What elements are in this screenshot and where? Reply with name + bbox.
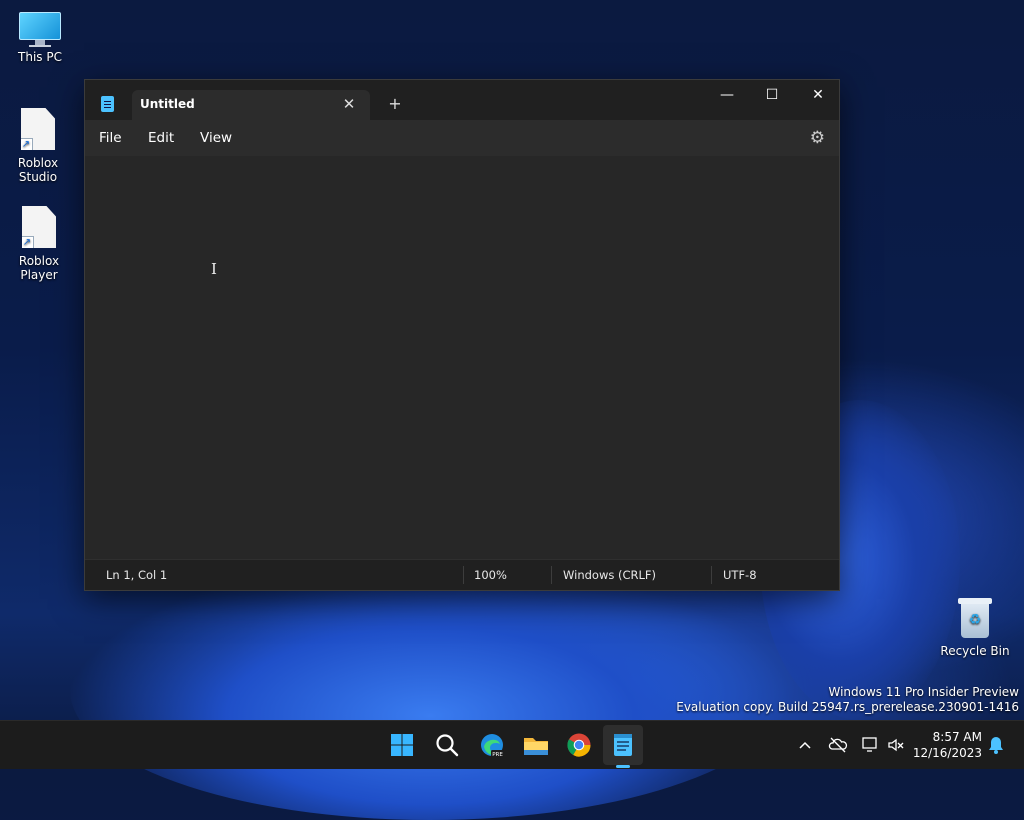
desktop-icon-roblox-player[interactable]: ↗ Roblox Player [0, 206, 79, 282]
taskbar-clock[interactable]: 8:57 AM 12/16/2023 [913, 729, 982, 761]
status-bar: Ln 1, Col 1 100% Windows (CRLF) UTF-8 [85, 559, 839, 590]
recycle-bin-icon: ♻ [958, 598, 992, 638]
desktop-icon-this-pc[interactable]: This PC [0, 12, 80, 64]
minimize-button[interactable]: — [704, 80, 750, 110]
chevron-up-icon[interactable] [798, 738, 812, 752]
tab-title: Untitled [140, 97, 195, 111]
desktop-icon-label: This PC [18, 50, 62, 64]
menu-bar: File Edit View ⚙ [85, 120, 839, 156]
close-tab-icon[interactable]: ✕ [340, 95, 358, 113]
status-line-ending[interactable]: Windows (CRLF) [563, 568, 656, 582]
notepad-app-icon [101, 96, 114, 112]
status-zoom[interactable]: 100% [474, 568, 507, 582]
desktop-icon-label: Roblox Studio [17, 156, 59, 184]
notepad-window: Untitled ✕ + — ☐ ✕ File Edit View ⚙ I Ln… [84, 79, 840, 591]
file-shortcut-icon: ↗ [22, 206, 56, 248]
clock-time: 8:57 AM [932, 730, 982, 744]
volume-muted-icon[interactable] [886, 735, 906, 755]
tab-untitled[interactable]: Untitled ✕ [132, 90, 370, 120]
svg-text:PRE: PRE [492, 752, 503, 758]
menu-view[interactable]: View [200, 130, 232, 146]
status-divider [711, 566, 712, 584]
taskbar: PRE 8:57 AM 12/16/2023 [0, 720, 1024, 769]
file-explorer-icon[interactable] [520, 729, 552, 761]
notepad-taskbar-icon[interactable] [607, 729, 639, 761]
clock-date: 12/16/2023 [912, 746, 982, 760]
desktop-icon-label: Roblox Player [18, 254, 60, 282]
desktop-icon-recycle-bin[interactable]: ♻ Recycle Bin [935, 598, 1015, 658]
windows-watermark: Windows 11 Pro Insider Preview Evaluatio… [676, 685, 1019, 715]
maximize-button[interactable]: ☐ [749, 80, 795, 110]
chrome-browser-icon[interactable] [563, 729, 595, 761]
status-divider [463, 566, 464, 584]
notification-bell-icon[interactable] [987, 735, 1005, 755]
text-cursor-icon: I [211, 260, 217, 278]
new-tab-button[interactable]: + [387, 94, 403, 113]
search-icon[interactable] [431, 729, 463, 761]
status-divider [551, 566, 552, 584]
file-shortcut-icon: ↗ [21, 108, 55, 150]
desktop-icon-roblox-studio[interactable]: ↗ Roblox Studio [0, 108, 78, 184]
monitor-icon [19, 12, 61, 47]
status-encoding[interactable]: UTF-8 [723, 568, 757, 582]
network-icon[interactable] [860, 735, 880, 755]
watermark-line-1: Windows 11 Pro Insider Preview [828, 685, 1019, 699]
edge-browser-icon[interactable]: PRE [476, 729, 508, 761]
watermark-line-2: Evaluation copy. Build 25947.rs_prerelea… [676, 700, 1019, 714]
menu-edit[interactable]: Edit [148, 130, 174, 146]
onedrive-offline-icon[interactable] [828, 735, 848, 755]
desktop-icon-label: Recycle Bin [940, 644, 1010, 658]
close-window-button[interactable]: ✕ [795, 80, 841, 110]
settings-gear-icon[interactable]: ⚙ [810, 128, 825, 148]
menu-file[interactable]: File [99, 130, 122, 146]
status-position: Ln 1, Col 1 [106, 568, 168, 582]
title-bar[interactable]: Untitled ✕ + — ☐ ✕ [85, 80, 839, 120]
windows-start-icon[interactable] [386, 729, 418, 761]
text-editor-area[interactable]: I [85, 156, 839, 562]
